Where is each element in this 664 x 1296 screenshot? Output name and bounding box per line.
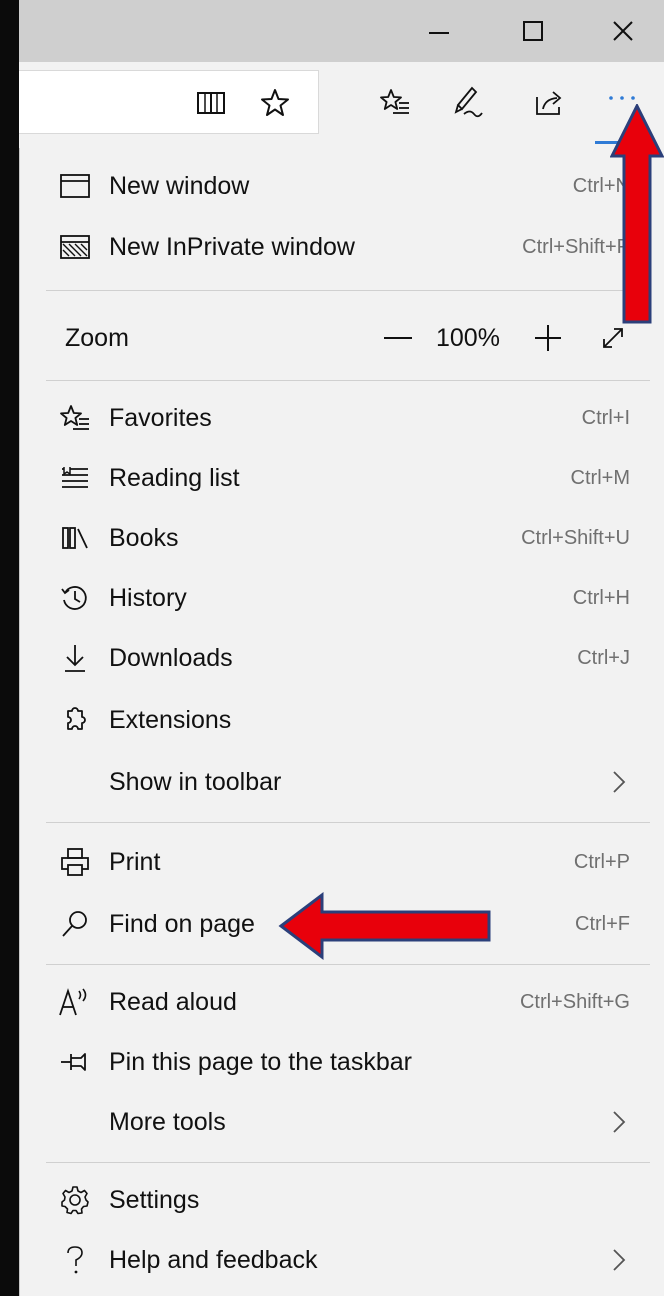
menu-item-shortcut: Ctrl+F — [575, 912, 630, 935]
menu-item-shortcut: Ctrl+J — [577, 646, 630, 669]
zoom-in-button[interactable] — [528, 318, 568, 358]
menu-item-books[interactable]: Books Ctrl+Shift+U — [20, 508, 664, 568]
zoom-label: Zoom — [65, 323, 129, 352]
menu-separator — [46, 964, 650, 965]
settings-and-more-menu: New window Ctrl+N New InPrivate window C… — [19, 148, 664, 1296]
zoom-out-button[interactable] — [378, 318, 418, 358]
gear-icon — [58, 1183, 92, 1217]
menu-item-zoom: Zoom 100% — [20, 308, 664, 368]
annotation-arrow-left — [278, 892, 491, 960]
menu-item-label: Print — [109, 847, 161, 876]
settings-and-more-icon — [609, 96, 635, 100]
chevron-right-icon — [609, 1108, 629, 1136]
add-notes-button[interactable] — [449, 84, 485, 120]
print-icon — [58, 845, 92, 879]
menu-item-show-in-toolbar[interactable]: Show in toolbar — [20, 752, 664, 812]
menu-item-extensions[interactable]: Extensions — [20, 690, 664, 750]
menu-item-shortcut: Ctrl+I — [581, 406, 630, 429]
menu-item-label: More tools — [109, 1107, 226, 1136]
menu-item-label: Read aloud — [109, 987, 237, 1016]
chevron-right-icon — [609, 768, 629, 796]
menu-item-shortcut: Ctrl+P — [573, 850, 630, 873]
add-notes-icon — [454, 86, 483, 118]
browser-toolbar — [19, 62, 664, 148]
address-bar[interactable] — [19, 70, 319, 134]
menu-item-label: Show in toolbar — [109, 767, 282, 796]
menu-item-downloads[interactable]: Downloads Ctrl+J — [20, 628, 664, 688]
favorites-icon — [58, 401, 92, 435]
add-favorite-button[interactable] — [257, 85, 293, 121]
plus-icon — [535, 325, 561, 351]
menu-item-label: New InPrivate window — [109, 232, 355, 261]
menu-item-label: History — [109, 583, 187, 612]
menu-item-label: Settings — [109, 1185, 200, 1214]
pin-icon — [58, 1045, 92, 1079]
favorites-icon — [380, 89, 409, 114]
reading-list-icon — [58, 461, 92, 495]
menu-item-shortcut: Ctrl+Shift+U — [521, 526, 630, 549]
menu-separator — [46, 1162, 650, 1163]
menu-item-label: Help and feedback — [109, 1245, 318, 1274]
title-bar — [19, 0, 664, 62]
menu-item-label: New window — [109, 171, 250, 200]
menu-item-shortcut: Ctrl+Shift+G — [519, 990, 630, 1013]
history-icon — [58, 581, 92, 615]
menu-separator — [46, 380, 650, 381]
books-icon — [58, 521, 92, 555]
menu-item-label: Books — [109, 523, 179, 552]
menu-item-history[interactable]: History Ctrl+H — [20, 568, 664, 628]
menu-item-label: Find on page — [109, 909, 255, 938]
menu-item-label: Reading list — [109, 463, 240, 492]
menu-item-more-tools[interactable]: More tools — [20, 1092, 664, 1152]
minimize-button[interactable] — [395, 0, 483, 62]
read-aloud-icon — [58, 985, 92, 1019]
annotation-arrow-up — [610, 104, 664, 324]
menu-item-new-window[interactable]: New window Ctrl+N — [20, 156, 664, 216]
menu-item-shortcut: Ctrl+M — [570, 466, 630, 489]
share-button[interactable] — [531, 84, 567, 120]
menu-item-pin-to-taskbar[interactable]: Pin this page to the taskbar — [20, 1032, 664, 1092]
minus-icon — [384, 337, 412, 339]
close-button[interactable] — [579, 0, 664, 62]
inprivate-window-icon — [58, 230, 92, 264]
full-screen-icon — [603, 328, 623, 348]
downloads-icon — [58, 641, 92, 675]
menu-item-read-aloud[interactable]: Read aloud Ctrl+Shift+G — [20, 972, 664, 1032]
zoom-level: 100% — [436, 323, 500, 352]
menu-separator — [46, 290, 650, 291]
minimize-icon — [429, 32, 449, 34]
menu-item-label: Favorites — [109, 403, 212, 432]
menu-item-help-and-feedback[interactable]: Help and feedback — [20, 1230, 664, 1290]
menu-item-label: Downloads — [109, 643, 233, 672]
reading-view-icon — [197, 92, 225, 114]
help-icon — [58, 1243, 92, 1277]
favorites-button[interactable] — [377, 84, 413, 120]
maximize-button[interactable] — [489, 0, 577, 62]
maximize-icon — [523, 21, 543, 41]
menu-separator — [46, 822, 650, 823]
menu-item-print[interactable]: Print Ctrl+P — [20, 832, 664, 892]
menu-item-label: Pin this page to the taskbar — [109, 1047, 412, 1076]
search-icon — [58, 907, 92, 941]
chevron-right-icon — [609, 1246, 629, 1274]
menu-item-shortcut: Ctrl+H — [572, 586, 630, 609]
close-icon — [613, 21, 633, 41]
menu-item-favorites[interactable]: Favorites Ctrl+I — [20, 388, 664, 448]
menu-item-reading-list[interactable]: Reading list Ctrl+M — [20, 448, 664, 508]
reading-view-button[interactable] — [193, 85, 229, 121]
extensions-icon — [58, 703, 92, 737]
new-window-icon — [58, 169, 92, 203]
add-favorite-icon — [261, 89, 289, 116]
share-icon — [536, 91, 562, 115]
menu-item-label: Extensions — [109, 705, 232, 734]
menu-item-settings[interactable]: Settings — [20, 1170, 664, 1230]
menu-item-new-inprivate-window[interactable]: New InPrivate window Ctrl+Shift+P — [20, 217, 664, 277]
left-edge-strip — [0, 0, 19, 1296]
